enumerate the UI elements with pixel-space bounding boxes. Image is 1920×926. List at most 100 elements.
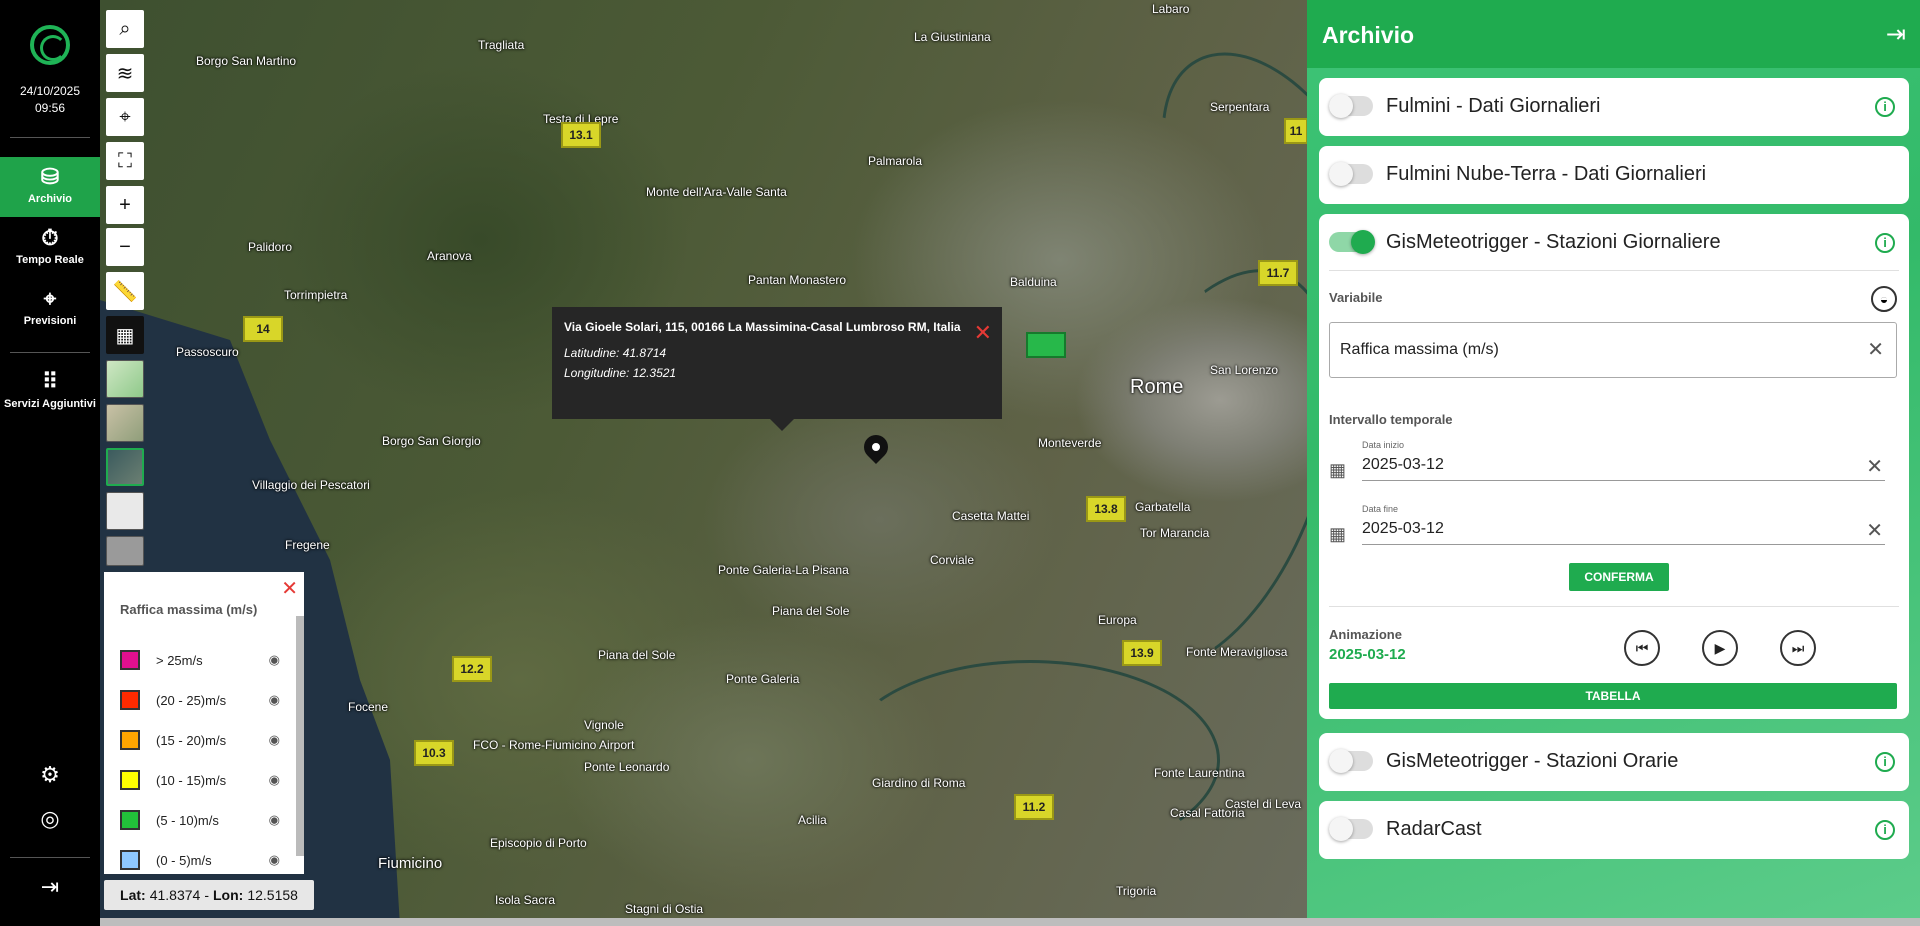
layer-card-stazioni-orarie: GisMeteotrigger - Stazioni Orarie i	[1319, 733, 1909, 791]
station-marker[interactable]: 13.1	[561, 122, 601, 148]
skip-forward-button[interactable]: ⏭	[1780, 630, 1816, 666]
map-place-label: Isola Sacra	[495, 893, 556, 907]
logout-icon[interactable]: ⇥	[35, 872, 65, 902]
nav-item-previsioni[interactable]: ⌖ Previsioni	[0, 279, 100, 339]
station-marker[interactable]: 11.7	[1258, 260, 1298, 286]
basemap-button[interactable]: ▦	[106, 316, 144, 354]
location-pin-icon[interactable]	[859, 430, 893, 464]
fit-extent-button[interactable]: ⛶	[106, 142, 144, 180]
map-place-label: Tor Marancia	[1140, 526, 1210, 540]
map-place-label: Giardino di Roma	[872, 776, 966, 790]
zoom-in-button[interactable]: +	[106, 186, 144, 224]
info-icon[interactable]: i	[1875, 97, 1895, 117]
lon-label: Lon:	[213, 887, 244, 903]
calendar-icon[interactable]: ▦	[1329, 524, 1349, 544]
close-icon[interactable]: ✕	[281, 576, 298, 601]
confirm-button[interactable]: CONFERMA	[1569, 563, 1669, 591]
layer-toggle[interactable]	[1329, 230, 1375, 254]
station-marker[interactable]: 13.8	[1086, 496, 1126, 522]
skip-back-icon: ⏮	[1635, 640, 1649, 656]
nav-item-label: Previsioni	[23, 315, 77, 327]
start-date-value: 2025-03-12	[1362, 456, 1444, 473]
station-marker-selected[interactable]	[1026, 332, 1066, 358]
layer-label: RadarCast	[1386, 818, 1482, 840]
clear-icon[interactable]: ✕	[1866, 518, 1883, 543]
nav-item-tempo-reale[interactable]: ⏱ Tempo Reale	[0, 218, 100, 278]
clear-icon[interactable]: ✕	[1867, 337, 1884, 362]
visibility-eye-icon[interactable]: ◉	[269, 692, 280, 708]
visibility-eye-icon[interactable]: ◉	[269, 732, 280, 748]
info-icon[interactable]: i	[1875, 233, 1895, 253]
legend-entry: (10 - 15)m/s ◉	[120, 770, 280, 790]
legend-swatch	[120, 650, 140, 670]
map-place-label: Balduina	[1010, 275, 1057, 289]
search-icon: ⌕	[119, 17, 131, 40]
help-lifebuoy-icon[interactable]: ◎	[35, 804, 65, 834]
calendar-icon[interactable]: ▦	[1329, 460, 1349, 480]
end-date-field[interactable]: ▦ Data fine 2025-03-12 ✕	[1329, 504, 1885, 552]
navigation-rail: 24/10/2025 09:56 ⛁ Archivio ⏱ Tempo Real…	[0, 0, 100, 926]
search-button[interactable]: ⌕	[106, 10, 144, 48]
basemap-thumbnail-streets[interactable]	[106, 360, 144, 398]
start-date-field[interactable]: ▦ Data inizio 2025-03-12 ✕	[1329, 440, 1885, 488]
basemap-thumbnail-gray[interactable]	[106, 536, 144, 566]
info-icon[interactable]: i	[1875, 752, 1895, 772]
map-place-label: Stagni di Ostia	[625, 902, 704, 916]
layer-toggle[interactable]	[1329, 749, 1373, 773]
map-place-label: Villaggio dei Pescatori	[252, 478, 370, 492]
layer-toggle[interactable]	[1329, 817, 1373, 841]
play-button[interactable]: ▶	[1702, 630, 1738, 666]
divider	[1329, 270, 1899, 271]
legend-entry-label: (0 - 5)m/s	[156, 852, 212, 868]
basemap-thumbnail-terrain[interactable]	[106, 404, 144, 442]
layer-label: GisMeteotrigger - Stazioni Giornaliere	[1386, 231, 1721, 253]
minus-icon: −	[119, 235, 131, 258]
input-underline	[1362, 544, 1885, 545]
interval-label: Intervallo temporale	[1329, 412, 1453, 427]
map-place-label: Fiumicino	[378, 855, 443, 872]
station-marker[interactable]: 11.2	[1014, 794, 1054, 820]
basemap-thumbnail-light[interactable]	[106, 492, 144, 530]
legend-scrollbar[interactable]	[296, 616, 304, 856]
variable-select[interactable]: Raffica massima (m/s) ✕	[1329, 322, 1897, 378]
visibility-eye-icon[interactable]: ◉	[269, 852, 280, 868]
map-place-label: Garbatella	[1135, 500, 1191, 514]
table-button[interactable]: TABELLA	[1329, 683, 1897, 709]
zoom-out-button[interactable]: −	[106, 228, 144, 266]
legend-entry-label: (10 - 15)m/s	[156, 772, 227, 788]
horizontal-scrollbar[interactable]	[100, 918, 1920, 926]
visibility-eye-icon[interactable]: ◉	[269, 812, 280, 828]
settings-icon[interactable]: ⚙	[35, 760, 65, 790]
legend-swatch	[120, 770, 140, 790]
locate-button[interactable]: ⌖	[106, 98, 144, 136]
collapse-panel-icon[interactable]: ⇥	[1886, 20, 1906, 49]
info-icon[interactable]: i	[1875, 820, 1895, 840]
visibility-eye-icon[interactable]: ◉	[269, 652, 280, 668]
close-icon[interactable]: ✕	[974, 322, 992, 344]
layer-toggle[interactable]	[1329, 162, 1373, 186]
legend-swatch	[120, 730, 140, 750]
station-marker[interactable]: 12.2	[452, 656, 492, 682]
water-drop-icon[interactable]: ◒	[1871, 286, 1897, 312]
visibility-eye-icon[interactable]: ◉	[269, 772, 280, 788]
stopwatch-icon: ⏱	[41, 225, 59, 250]
basemap-thumbnail-satellite[interactable]	[106, 448, 144, 486]
measure-button[interactable]: 📏	[106, 272, 144, 310]
skip-back-button[interactable]: ⏮	[1624, 630, 1660, 666]
map-place-label: Trigoria	[1116, 884, 1157, 898]
station-marker[interactable]: 11	[1284, 118, 1307, 144]
layers-button[interactable]: ≋	[106, 54, 144, 92]
map-place-label: Ponte Galeria	[726, 672, 800, 686]
layer-toggle[interactable]	[1329, 94, 1373, 118]
clear-icon[interactable]: ✕	[1866, 454, 1883, 479]
legend-entry: (0 - 5)m/s ◉	[120, 850, 280, 870]
app-logo	[30, 25, 70, 65]
current-datetime: 24/10/2025 09:56	[0, 83, 100, 117]
nav-item-archivio[interactable]: ⛁ Archivio	[0, 157, 100, 217]
station-marker[interactable]: 13.9	[1122, 640, 1162, 666]
station-marker[interactable]: 14	[243, 316, 283, 342]
popup-longitude: Longitudine: 12.3521	[564, 366, 677, 380]
nav-item-servizi-aggiuntivi[interactable]: ⠿ Servizi Aggiuntivi	[0, 362, 100, 422]
station-marker[interactable]: 10.3	[414, 740, 454, 766]
map-place-label: Monte dell'Ara-Valle Santa	[646, 185, 787, 199]
